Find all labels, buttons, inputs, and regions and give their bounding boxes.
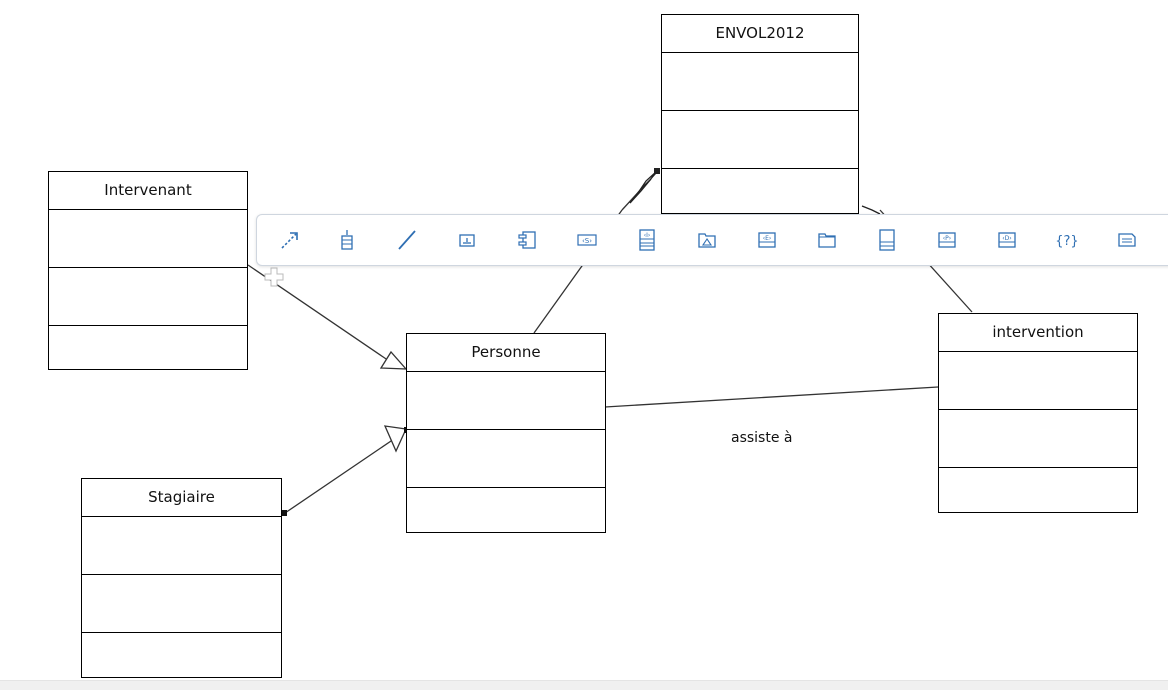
class-name: intervention (939, 314, 1137, 352)
extra-compartment[interactable] (82, 633, 281, 677)
horizontal-scrollbar[interactable] (0, 680, 1168, 690)
association-personne-intervention[interactable] (604, 386, 939, 408)
component-icon (518, 231, 536, 249)
class-intervenant[interactable]: Intervenant (48, 171, 248, 370)
class-stagiaire[interactable]: Stagiaire (81, 478, 282, 678)
svg-text:‹E›: ‹E› (763, 235, 772, 242)
attributes-compartment[interactable] (49, 210, 247, 268)
palette-tool-association[interactable] (394, 227, 420, 253)
association-label[interactable]: assiste à (731, 430, 792, 446)
attributes-compartment[interactable] (82, 517, 281, 575)
palette-toolbar: ‹S› ‹I› ‹E› ‹P› ‹D› {?} (256, 214, 1168, 266)
operations-compartment[interactable] (82, 575, 281, 633)
attributes-compartment[interactable] (939, 352, 1137, 410)
palette-tool-component[interactable] (514, 227, 540, 253)
diagram-canvas[interactable]: ENVOL2012 Intervenant Personne intervent… (0, 0, 1168, 690)
comment-icon (1118, 233, 1136, 247)
palette-tool-package[interactable] (814, 227, 840, 253)
constraint-icon: {?} (1055, 234, 1078, 249)
palette-tool-comment[interactable] (1114, 227, 1140, 253)
extra-compartment[interactable] (407, 488, 605, 532)
primitive-type-icon: ‹P› (938, 232, 956, 248)
palette-tool-primitive-type[interactable]: ‹P› (934, 227, 960, 253)
interface-icon: ‹I› (639, 229, 655, 251)
generalization-arrowhead (379, 350, 408, 370)
class-envol2012[interactable]: ENVOL2012 (661, 14, 859, 214)
operations-compartment[interactable] (662, 111, 858, 169)
generalization-stagiaire-personne[interactable] (284, 438, 395, 514)
lifeline-icon (341, 230, 353, 250)
class-icon (879, 229, 895, 251)
palette-tool-enumeration[interactable]: ‹E› (754, 227, 780, 253)
datatype-icon: ‹D› (998, 232, 1016, 248)
operations-compartment[interactable] (939, 410, 1137, 468)
generalization-arrowhead (383, 425, 407, 453)
connection-handle[interactable] (654, 168, 660, 174)
aggregation-diamond (629, 178, 652, 204)
svg-text:‹D›: ‹D› (1002, 235, 1011, 242)
palette-tool-note[interactable] (454, 227, 480, 253)
operations-compartment[interactable] (407, 430, 605, 488)
extra-compartment[interactable] (662, 169, 858, 213)
dependency-icon (281, 232, 298, 249)
abstract-class-icon (698, 233, 716, 248)
class-name: Personne (407, 334, 605, 372)
note-icon (459, 234, 475, 247)
svg-text:‹S›: ‹S› (582, 237, 592, 245)
extra-compartment[interactable] (49, 326, 247, 369)
palette-tool-class[interactable] (874, 227, 900, 253)
palette-tool-datatype[interactable]: ‹D› (994, 227, 1020, 253)
package-icon (818, 233, 836, 248)
palette-tool-dependency[interactable] (277, 227, 303, 253)
plus-cursor-icon (264, 267, 284, 287)
class-name: Stagiaire (82, 479, 281, 517)
association-line-icon (398, 230, 416, 250)
aggregation-diamond (861, 205, 881, 215)
svg-text:‹P›: ‹P› (943, 235, 951, 242)
class-personne[interactable]: Personne (406, 333, 606, 533)
palette-tool-constraint[interactable]: {?} (1054, 227, 1080, 253)
palette-tool-interface[interactable]: ‹I› (634, 227, 660, 253)
attributes-compartment[interactable] (407, 372, 605, 430)
palette-tool-lifeline[interactable] (334, 227, 360, 253)
class-intervention[interactable]: intervention (938, 313, 1138, 513)
svg-text:‹I›: ‹I› (644, 232, 651, 239)
operations-compartment[interactable] (49, 268, 247, 326)
svg-text:{?}: {?} (1055, 234, 1078, 249)
stereotype-s-icon: ‹S› (577, 234, 597, 246)
extra-compartment[interactable] (939, 468, 1137, 512)
enumeration-icon: ‹E› (758, 232, 776, 248)
attributes-compartment[interactable] (662, 53, 858, 111)
palette-tool-stereotype[interactable]: ‹S› (574, 227, 600, 253)
class-name: Intervenant (49, 172, 247, 210)
palette-tool-abstract-class[interactable] (694, 227, 720, 253)
class-name: ENVOL2012 (662, 15, 858, 53)
